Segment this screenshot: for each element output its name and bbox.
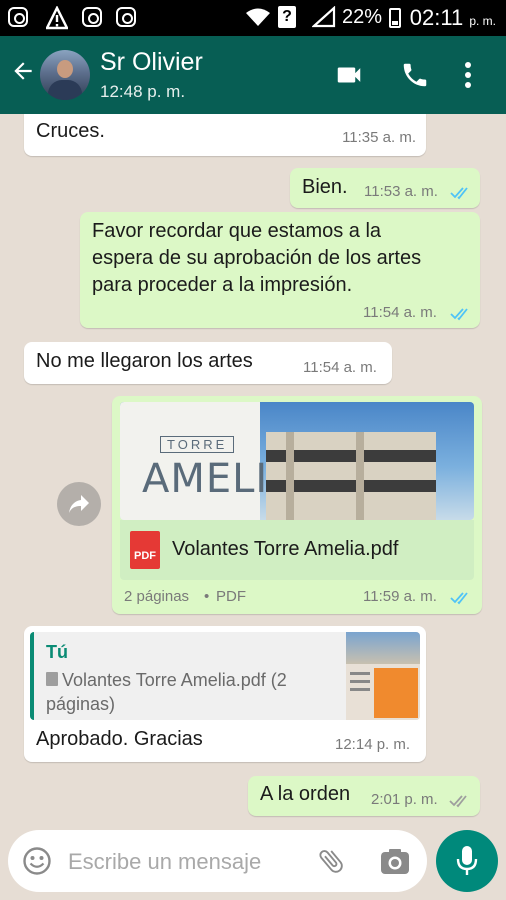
message-text: Favor recordar que estamos a la espera d…: [92, 220, 422, 296]
message-time: 11:59 a. m.: [363, 588, 437, 605]
more-options-icon[interactable]: [464, 60, 472, 95]
forward-icon: [67, 493, 91, 520]
message-time: 2:01 p. m.: [371, 791, 438, 808]
message-text: Bien.: [302, 176, 348, 198]
emoji-icon[interactable]: [22, 846, 52, 881]
attach-icon[interactable]: [316, 846, 346, 881]
battery-icon: [389, 8, 401, 28]
preview-small-title: TORRE: [160, 436, 235, 453]
back-arrow-icon[interactable]: [10, 58, 36, 89]
status-bar: ? 22% 02:11 p. m.: [0, 0, 506, 36]
battery-percent: 22%: [342, 6, 383, 28]
document-preview-image[interactable]: TORRE AMELIA: [120, 402, 474, 520]
delivered-receipt-icon: [449, 791, 471, 814]
message-bubble-document[interactable]: TORRE AMELIA PDF Volantes Torre Amelia.p…: [112, 396, 482, 614]
message-time: 11:53 a. m.: [364, 183, 438, 200]
message-bubble-incoming[interactable]: Cruces. 11:35 a. m.: [24, 114, 426, 156]
quote-text: Volantes Torre Amelia.pdf (2 páginas): [46, 670, 287, 714]
sim-unknown-icon: ?: [278, 6, 296, 28]
clock: 02:11 p. m.: [409, 5, 496, 30]
document-separator: •: [204, 588, 210, 605]
forward-button[interactable]: [57, 482, 101, 526]
instagram-icon: [82, 7, 102, 27]
wifi-icon: [244, 6, 272, 33]
message-text: Cruces.: [36, 120, 105, 142]
voice-message-button[interactable]: [436, 830, 498, 892]
quote-author: Tú: [46, 642, 68, 662]
read-receipt-icon: [450, 304, 472, 327]
contact-name[interactable]: Sr Olivier: [100, 48, 203, 77]
message-time: 12:14 p. m.: [335, 736, 411, 753]
video-call-icon[interactable]: [333, 60, 365, 95]
quoted-message[interactable]: Tú Volantes Torre Amelia.pdf (2 páginas): [30, 632, 420, 720]
quote-bar: [30, 632, 34, 720]
message-composer: Escribe un mensaje: [8, 830, 427, 892]
quote-thumbnail: [346, 632, 420, 720]
microphone-icon: [455, 845, 479, 882]
read-receipt-icon: [450, 588, 472, 611]
read-receipt-icon: [450, 183, 472, 206]
last-seen: 12:48 p. m.: [100, 82, 186, 101]
chat-header: Sr Olivier 12:48 p. m.: [0, 36, 506, 114]
alert-icon: [44, 5, 70, 30]
message-time: 11:54 a. m.: [303, 359, 377, 376]
message-text: A la orden: [260, 783, 351, 805]
message-bubble-outgoing[interactable]: Bien. 11:53 a. m.: [290, 168, 480, 208]
message-text: Aprobado. Gracias: [36, 728, 203, 750]
message-bubble-outgoing[interactable]: Favor recordar que estamos a la espera d…: [80, 212, 480, 328]
pdf-file-icon: PDF: [130, 531, 160, 569]
document-file-type: PDF: [216, 588, 246, 605]
message-input[interactable]: Escribe un mensaje: [68, 849, 261, 875]
signal-icon: [311, 5, 336, 33]
avatar[interactable]: [40, 50, 90, 100]
document-file-name: Volantes Torre Amelia.pdf: [172, 538, 399, 560]
message-time: 11:54 a. m.: [363, 304, 437, 321]
message-bubble-incoming[interactable]: No me llegaron los artes 11:54 a. m.: [24, 342, 392, 384]
message-list[interactable]: Cruces. 11:35 a. m. Bien. 11:53 a. m. Fa…: [0, 114, 506, 828]
phone-call-icon[interactable]: [400, 60, 430, 95]
document-file-row[interactable]: PDF Volantes Torre Amelia.pdf: [120, 520, 474, 580]
message-bubble-incoming[interactable]: Tú Volantes Torre Amelia.pdf (2 páginas)…: [24, 626, 426, 762]
preview-building: [266, 432, 436, 520]
document-pages: 2 páginas: [124, 588, 190, 605]
message-text: No me llegaron los artes: [36, 350, 253, 372]
message-bubble-outgoing[interactable]: A la orden 2:01 p. m.: [248, 776, 480, 816]
camera-icon[interactable]: [380, 847, 410, 880]
instagram-icon: [8, 7, 28, 27]
instagram-icon: [116, 7, 136, 27]
message-time: 11:35 a. m.: [342, 129, 416, 146]
